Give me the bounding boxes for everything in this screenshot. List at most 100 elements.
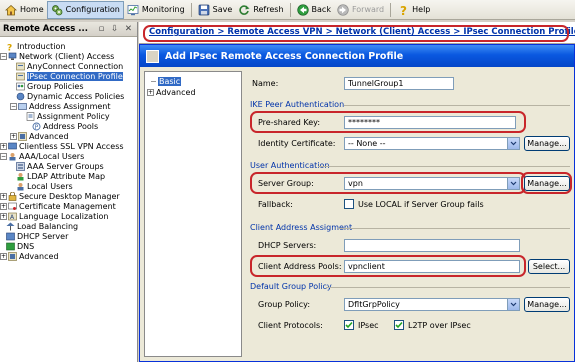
name-input[interactable]: TunnelGroup1 xyxy=(344,77,454,90)
client-address-pools-input[interactable]: vpnclient xyxy=(344,260,520,273)
checkmark-icon xyxy=(395,321,403,329)
manage-group-policy-button[interactable]: Manage... xyxy=(524,297,570,312)
expand-icon[interactable]: + xyxy=(0,192,7,200)
help-icon: ? xyxy=(397,4,409,16)
client-protocols-label: Client Protocols: xyxy=(258,321,323,330)
panel-controls[interactable]: ▫ ⇩ ✕ xyxy=(99,24,134,34)
nav-item-anyconnect-connection[interactable]: AnyConnect Connection xyxy=(16,61,123,71)
refresh-icon xyxy=(238,4,250,16)
pre-shared-key-field[interactable]: ******** xyxy=(344,116,516,129)
nav-item-aaa-server-groups[interactable]: AAA Server Groups xyxy=(16,161,104,171)
dns-icon xyxy=(6,242,15,251)
expand-icon[interactable]: + xyxy=(147,89,154,96)
nav-item-introduction[interactable]: ? Introduction xyxy=(6,41,65,54)
group-policy-value: DfltGrpPolicy xyxy=(348,300,400,309)
section-divider xyxy=(344,105,570,106)
help-button[interactable]: ? Help xyxy=(394,1,433,19)
save-button[interactable]: Save xyxy=(195,1,236,19)
help-icon: ? xyxy=(6,42,15,53)
identity-certificate-select[interactable]: -- None -- xyxy=(344,137,520,150)
server-group-value: vpn xyxy=(348,179,363,188)
nav-panel-header: Remote Access ... ▫ ⇩ ✕ xyxy=(0,22,137,37)
group-policy-select[interactable]: DfltGrpPolicy xyxy=(344,298,520,311)
back-label: Back xyxy=(311,5,331,14)
server-group-select[interactable]: vpn xyxy=(344,177,520,190)
tree-label-advanced: Advanced xyxy=(156,88,196,97)
chevron-down-icon[interactable] xyxy=(507,178,519,189)
expand-icon[interactable]: + xyxy=(0,202,7,210)
manage-certificate-button[interactable]: Manage... xyxy=(524,136,570,151)
nav-item-load-balancing[interactable]: Load Balancing xyxy=(6,221,78,231)
connection-profile-icon xyxy=(16,62,25,71)
gears-icon xyxy=(51,4,63,16)
nav-item-dns[interactable]: DNS xyxy=(6,241,34,251)
tree-item-basic[interactable]: Basic xyxy=(151,77,182,86)
toolbar-divider xyxy=(190,2,192,17)
ipsec-protocol-checkbox[interactable] xyxy=(344,320,354,330)
client-address-section-title: Client Address Assigment xyxy=(250,223,353,232)
server-group-icon xyxy=(16,161,25,171)
nav-item-address-assignment[interactable]: − Address Assignment xyxy=(10,101,111,111)
chevron-down-icon[interactable] xyxy=(507,138,519,149)
expand-icon[interactable]: + xyxy=(0,142,7,150)
dialog-form: Name: TunnelGroup1 IKE Peer Authenticati… xyxy=(248,71,572,357)
identity-certificate-label: Identity Certificate: xyxy=(258,139,336,148)
l2tp-protocol-checkbox[interactable] xyxy=(394,320,404,330)
monitoring-button[interactable]: Monitoring xyxy=(124,1,188,19)
pre-shared-key-label: Pre-shared Key: xyxy=(258,118,321,127)
expand-icon[interactable]: + xyxy=(0,252,7,260)
nav-item-aaa-local-users[interactable]: − AAA/Local Users xyxy=(0,151,84,161)
server-group-label: Server Group: xyxy=(258,179,314,188)
nav-item-secure-desktop-manager[interactable]: + Secure Desktop Manager xyxy=(0,191,120,201)
nav-item-language-localization[interactable]: + A Language Localization xyxy=(0,211,108,221)
group-policy-label: Group Policy: xyxy=(258,300,311,309)
use-local-fallback-label: Use LOCAL if Server Group fails xyxy=(358,200,484,209)
name-label: Name: xyxy=(252,79,279,88)
nav-item-certificate-management[interactable]: + Certificate Management xyxy=(0,201,116,211)
use-local-fallback-checkbox[interactable] xyxy=(344,199,354,209)
collapse-icon[interactable]: − xyxy=(0,52,7,60)
nav-item-local-users[interactable]: Local Users xyxy=(16,181,73,191)
nav-item-group-policies[interactable]: Group Policies xyxy=(16,81,84,91)
identity-certificate-value: -- None -- xyxy=(348,139,386,148)
configuration-button[interactable]: Configuration xyxy=(46,0,124,19)
user-icon xyxy=(16,182,25,191)
nav-item-advanced[interactable]: + Advanced xyxy=(0,251,59,261)
nav-item-network-client-access[interactable]: − Network (Client) Access xyxy=(0,51,114,61)
collapse-icon[interactable]: − xyxy=(10,102,17,110)
svg-text:?: ? xyxy=(7,43,12,51)
home-icon xyxy=(5,4,17,16)
ike-section-title: IKE Peer Authentication xyxy=(250,100,345,109)
load-balancing-icon xyxy=(6,222,15,231)
tree-item-advanced[interactable]: + Advanced xyxy=(147,88,196,97)
section-divider xyxy=(326,287,570,288)
client-address-pools-label: Client Address Pools: xyxy=(258,262,342,271)
forward-label: Forward xyxy=(351,5,385,14)
collapse-icon[interactable]: − xyxy=(0,152,7,160)
expand-icon[interactable]: + xyxy=(10,132,17,140)
nav-item-ldap-attribute-map[interactable]: LDAP Attribute Map xyxy=(16,171,105,181)
back-button[interactable]: Back xyxy=(294,1,334,19)
nav-item-clientless-ssl-vpn-access[interactable]: + Clientless SSL VPN Access xyxy=(0,141,124,151)
refresh-button[interactable]: Refresh xyxy=(235,1,286,19)
address-icon xyxy=(18,102,27,111)
back-arrow-icon xyxy=(296,3,309,16)
select-pools-button[interactable]: Select... xyxy=(528,259,570,274)
forward-button[interactable]: Forward xyxy=(334,1,387,19)
expand-icon[interactable]: + xyxy=(0,212,7,220)
nav-item-assignment-policy[interactable]: Assignment Policy xyxy=(26,111,110,121)
home-label: Home xyxy=(20,5,44,14)
nav-item-address-pools[interactable]: P Address Pools xyxy=(32,121,98,131)
dhcp-servers-input[interactable] xyxy=(344,239,520,252)
nav-item-dhcp-server[interactable]: DHCP Server xyxy=(6,231,68,241)
main-toolbar: Home Configuration Monitoring Save Refre… xyxy=(0,0,575,20)
nav-item-ipsec-connection-profile[interactable]: IPsec Connection Profile xyxy=(16,71,123,81)
home-button[interactable]: Home xyxy=(2,1,47,19)
l2tp-protocol-label: L2TP over IPsec xyxy=(408,321,471,330)
policy-icon xyxy=(26,111,35,121)
nav-item-dynamic-access-policies[interactable]: Dynamic Access Policies xyxy=(16,91,124,101)
chevron-down-icon[interactable] xyxy=(507,299,519,310)
dynamic-policy-icon xyxy=(16,92,25,101)
nav-item-advanced[interactable]: + Advanced xyxy=(10,131,69,141)
manage-server-group-button[interactable]: Manage... xyxy=(524,176,570,191)
